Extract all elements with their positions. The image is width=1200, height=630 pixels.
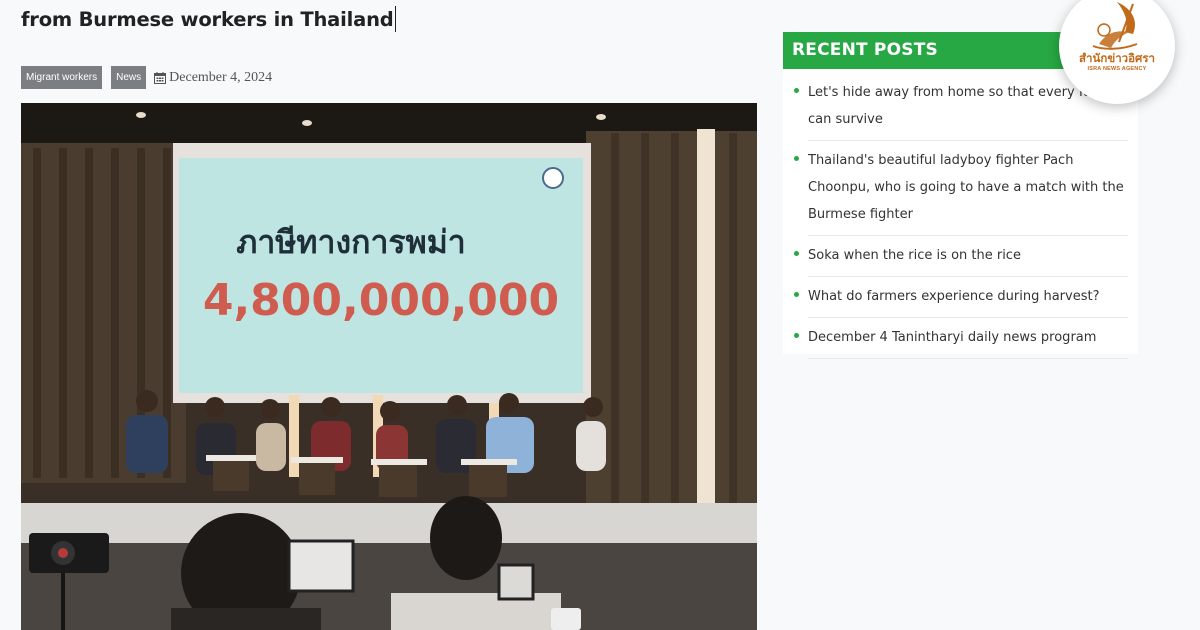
recent-post-link[interactable]: What do farmers experience during harves… xyxy=(808,283,1099,310)
text-cursor xyxy=(394,6,396,32)
event-photo-illustration: ภาษีทางการพม่า 4,800,000,000 xyxy=(21,103,757,630)
article-title-text: from Burmese workers in Thailand xyxy=(21,8,394,31)
tag-migrant-workers[interactable]: Migrant workers xyxy=(21,66,103,89)
article-title: from Burmese workers in Thailand xyxy=(21,0,761,40)
post-date-text: December 4, 2024 xyxy=(169,69,273,85)
calendar-icon xyxy=(154,71,167,84)
screen-number: 4,800,000,000 xyxy=(203,275,559,326)
article-meta: Migrant workers News December 4, 2024 xyxy=(21,66,272,89)
screen-heading: ภาษีทางการพม่า xyxy=(236,223,466,261)
list-item: Thailand's beautiful ladyboy fighter Pac… xyxy=(794,141,1128,236)
tag-news[interactable]: News xyxy=(111,66,147,89)
list-item: December 4 Tanintharyi daily news progra… xyxy=(794,318,1128,359)
recent-post-link[interactable]: Soka when the rice is on the rice xyxy=(808,242,1021,269)
isra-news-logo[interactable]: สำนักข่าวอิศรา ISRA NEWS AGENCY xyxy=(1059,0,1175,104)
article-photo: ภาษีทางการพม่า 4,800,000,000 xyxy=(21,103,757,630)
list-item: What do farmers experience during harves… xyxy=(794,277,1128,318)
logo-english-text: ISRA NEWS AGENCY xyxy=(1087,66,1147,72)
recent-posts-list: Let's hide away from home so that every … xyxy=(783,69,1138,359)
recent-post-link[interactable]: Thailand's beautiful ladyboy fighter Pac… xyxy=(808,147,1128,228)
recent-post-link[interactable]: December 4 Tanintharyi daily news progra… xyxy=(808,324,1096,351)
list-item: Soka when the rice is on the rice xyxy=(794,236,1128,277)
post-date: December 4, 2024 xyxy=(154,70,272,86)
